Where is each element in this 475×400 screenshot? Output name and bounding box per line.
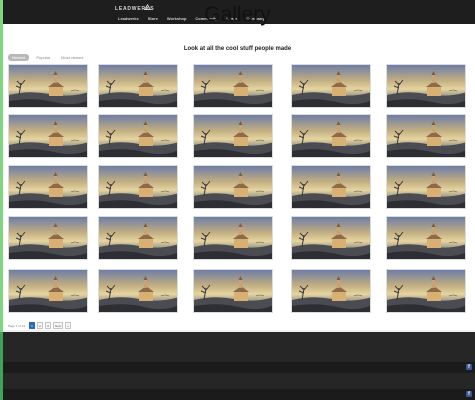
church-landscape-screenshot-icon: [194, 217, 272, 259]
church-landscape-screenshot-icon: [9, 270, 87, 312]
church-landscape-screenshot-icon: [292, 217, 370, 259]
church-landscape-screenshot-icon: [292, 166, 370, 208]
gallery-thumbnail[interactable]: [8, 216, 88, 260]
last-page-button[interactable]: »: [65, 322, 72, 329]
gallery-thumbnail[interactable]: [291, 216, 371, 260]
page-button-1[interactable]: 1: [29, 322, 36, 329]
gallery-thumbnail[interactable]: [193, 216, 273, 260]
gallery-thumbnail[interactable]: [291, 114, 371, 158]
gallery-thumbnail[interactable]: [8, 269, 88, 313]
church-landscape-screenshot-icon: [292, 65, 370, 107]
filter-most-viewed[interactable]: Most viewed: [57, 54, 87, 61]
left-accent-bar-footer: [0, 332, 3, 400]
facebook-icon[interactable]: f: [466, 364, 472, 370]
gallery-thumbnail[interactable]: [98, 64, 178, 108]
church-landscape-screenshot-icon: [292, 115, 370, 157]
gallery-thumbnail[interactable]: [193, 165, 273, 209]
filter-popular[interactable]: Popular: [32, 54, 54, 61]
gallery-thumbnail[interactable]: [8, 165, 88, 209]
gallery-thumbnail[interactable]: [386, 64, 466, 108]
pagination: Page 1 of 33 1 2 3 Next »: [8, 322, 72, 329]
gallery-thumbnail[interactable]: [386, 269, 466, 313]
footer-band-bottom: f: [0, 389, 475, 400]
gallery-thumbnail[interactable]: [193, 64, 273, 108]
gallery-thumbnail[interactable]: [291, 64, 371, 108]
church-landscape-screenshot-icon: [99, 115, 177, 157]
church-landscape-screenshot-icon: [387, 217, 465, 259]
gallery-thumbnail[interactable]: [8, 114, 88, 158]
gallery-thumbnail[interactable]: [386, 216, 466, 260]
church-landscape-screenshot-icon: [387, 270, 465, 312]
gallery-thumbnail[interactable]: [8, 64, 88, 108]
church-landscape-screenshot-icon: [194, 166, 272, 208]
pagination-label: Page 1 of 33: [8, 323, 26, 328]
church-landscape-screenshot-icon: [99, 65, 177, 107]
page-button-2[interactable]: 2: [37, 322, 44, 329]
footer-band: f: [0, 362, 475, 373]
gallery-filters: Newest Popular Most viewed: [8, 54, 87, 61]
page-button-3[interactable]: 3: [45, 322, 52, 329]
gallery-thumbnail[interactable]: [98, 216, 178, 260]
filter-newest[interactable]: Newest: [8, 54, 30, 61]
church-landscape-screenshot-icon: [194, 65, 272, 107]
church-landscape-screenshot-icon: [99, 166, 177, 208]
church-landscape-screenshot-icon: [9, 166, 87, 208]
gallery-thumbnail[interactable]: [291, 165, 371, 209]
gallery-thumbnail[interactable]: [386, 114, 466, 158]
gallery-thumbnail[interactable]: [386, 165, 466, 209]
gallery-thumbnail[interactable]: [193, 114, 273, 158]
next-page-button[interactable]: Next: [53, 322, 64, 329]
church-landscape-screenshot-icon: [99, 270, 177, 312]
church-landscape-screenshot-icon: [194, 270, 272, 312]
church-landscape-screenshot-icon: [387, 166, 465, 208]
page-title: Gallery: [204, 3, 271, 26]
gallery-thumbnail[interactable]: [291, 269, 371, 313]
church-landscape-screenshot-icon: [99, 217, 177, 259]
gallery-thumbnail[interactable]: [98, 165, 178, 209]
church-landscape-screenshot-icon: [9, 65, 87, 107]
church-landscape-screenshot-icon: [9, 115, 87, 157]
page-subtitle: Look at all the cool stuff people made: [183, 46, 292, 52]
gallery-thumbnail[interactable]: [98, 269, 178, 313]
gallery-thumbnail[interactable]: [193, 269, 273, 313]
facebook-icon-bottom[interactable]: f: [466, 391, 472, 397]
church-landscape-screenshot-icon: [387, 65, 465, 107]
church-landscape-screenshot-icon: [292, 270, 370, 312]
church-landscape-screenshot-icon: [387, 115, 465, 157]
church-landscape-screenshot-icon: [9, 217, 87, 259]
gallery-thumbnail[interactable]: [98, 114, 178, 158]
church-landscape-screenshot-icon: [194, 115, 272, 157]
